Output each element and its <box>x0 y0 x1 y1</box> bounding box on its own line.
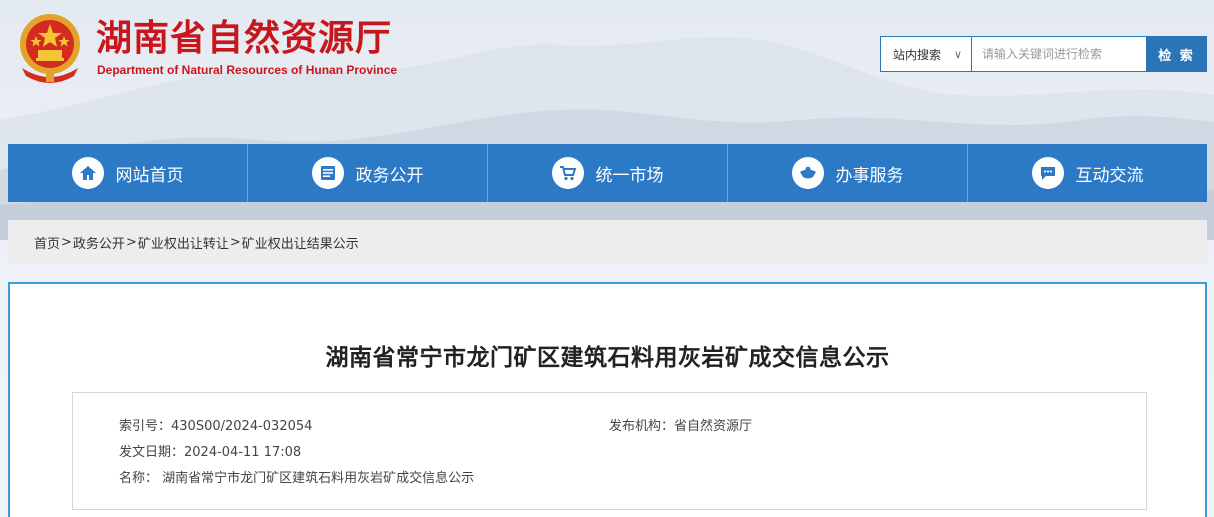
meta-publisher: 发布机构：省自然资源厅 <box>609 415 752 434</box>
meta-date-value: 2024-04-11 17:08 <box>184 445 302 460</box>
nav-item-services[interactable]: 办事服务 <box>728 144 968 202</box>
nav-item-government-affairs[interactable]: 政务公开 <box>248 144 488 202</box>
breadcrumb-separator: > <box>61 234 72 250</box>
national-emblem-logo <box>14 6 86 86</box>
meta-index-value: 430S00/2024-032054 <box>171 419 313 434</box>
breadcrumb-separator: > <box>125 234 137 250</box>
nav-item-label: 办事服务 <box>835 165 904 186</box>
search-scope-label: 站内搜索 <box>893 47 942 62</box>
meta-name: 名称： 湖南省常宁市龙门矿区建筑石料用灰岩矿成交信息公示 <box>119 467 474 486</box>
breadcrumb-home[interactable]: 首页 <box>34 233 60 252</box>
meta-name-label: 名称： <box>119 471 159 486</box>
chat-icon <box>1031 157 1064 189</box>
nav-item-label: 政务公开 <box>355 165 424 186</box>
article-meta-box: 索引号：430S00/2024-032054 发布机构：省自然资源厅 发文日期：… <box>72 392 1147 510</box>
breadcrumb-mining-rights-results[interactable]: 矿业权出让结果公示 <box>242 233 359 252</box>
meta-index: 索引号：430S00/2024-032054 <box>119 415 312 434</box>
article-title: 湖南省常宁市龙门矿区建筑石料用灰岩矿成交信息公示 <box>325 345 890 371</box>
nav-item-home[interactable]: 网站首页 <box>8 144 248 202</box>
meta-publisher-value: 省自然资源厅 <box>674 419 753 434</box>
main-nav: 网站首页 政务公开 统一市场 办事服务 互动交流 <box>8 144 1207 202</box>
nav-item-label: 互动交流 <box>1075 165 1144 186</box>
search-bar: 站内搜索 ∨ 检 索 <box>880 36 1207 72</box>
nav-item-label: 统一市场 <box>595 165 664 186</box>
nav-item-label: 网站首页 <box>115 165 184 186</box>
shopping-cart-icon <box>551 157 584 189</box>
document-list-icon <box>311 157 344 189</box>
meta-index-label: 索引号： <box>119 419 172 434</box>
article-panel: 湖南省常宁市龙门矿区建筑石料用灰岩矿成交信息公示 索引号：430S00/2024… <box>8 282 1207 517</box>
breadcrumb: 首页 > 政务公开 > 矿业权出让转让 > 矿业权出让结果公示 <box>8 220 1207 264</box>
handshake-icon <box>791 157 824 189</box>
chevron-down-icon: ∨ <box>953 47 962 61</box>
nav-item-unified-market[interactable]: 统一市场 <box>488 144 728 202</box>
site-title: 湖南省自然资源厅 <box>96 17 393 59</box>
breadcrumb-mining-rights-transfer[interactable]: 矿业权出让转让 <box>138 233 229 252</box>
search-button[interactable]: 检 索 <box>1146 36 1207 72</box>
breadcrumb-government-affairs[interactable]: 政务公开 <box>73 233 125 252</box>
search-scope-dropdown[interactable]: 站内搜索 ∨ <box>880 36 972 72</box>
meta-date-label: 发文日期： <box>119 445 185 460</box>
meta-date: 发文日期：2024-04-11 17:08 <box>119 441 301 460</box>
meta-name-value: 湖南省常宁市龙门矿区建筑石料用灰岩矿成交信息公示 <box>162 471 475 486</box>
home-icon <box>71 157 104 189</box>
breadcrumb-separator: > <box>229 234 241 250</box>
search-input[interactable] <box>972 36 1146 72</box>
site-subtitle: Department of Natural Resources of Hunan… <box>97 63 398 77</box>
meta-publisher-label: 发布机构： <box>609 419 675 434</box>
nav-item-interaction[interactable]: 互动交流 <box>968 144 1207 202</box>
